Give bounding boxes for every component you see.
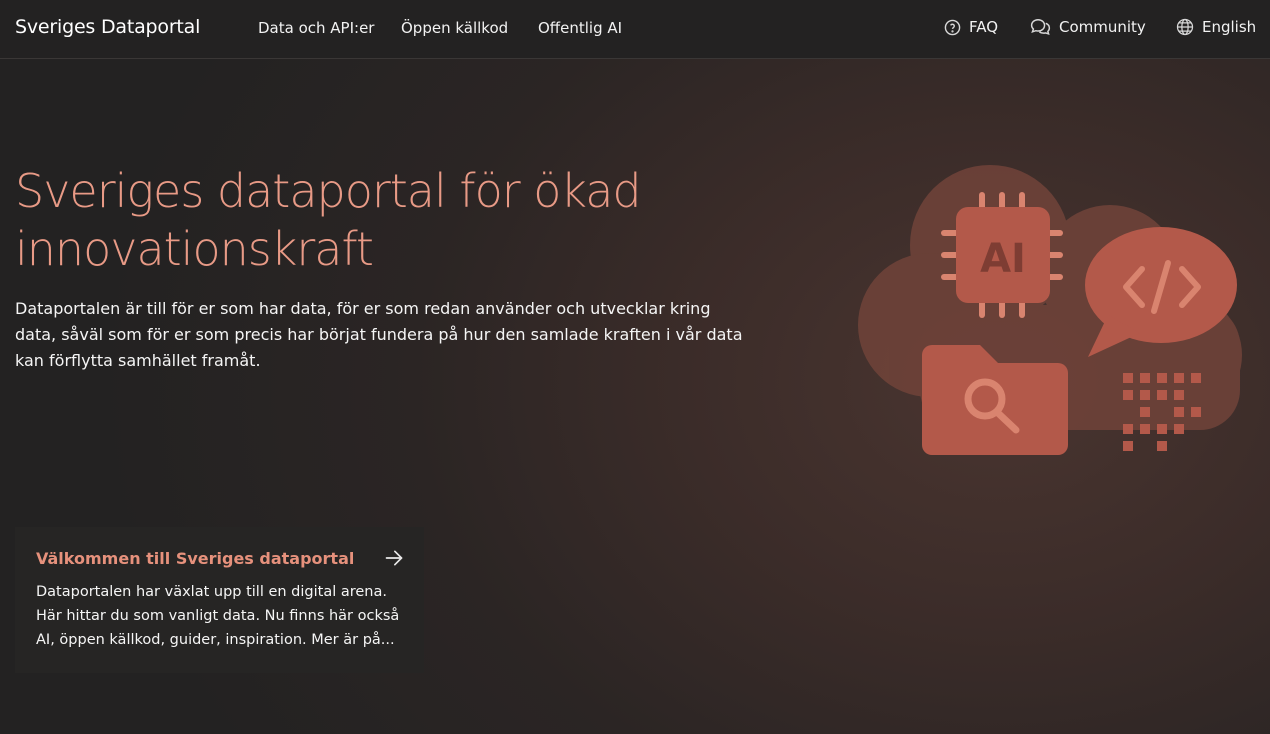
nav-offentlig-ai[interactable]: Offentlig AI bbox=[538, 19, 622, 37]
welcome-card-text: Dataportalen har växlat upp till en digi… bbox=[36, 584, 400, 648]
question-circle-icon bbox=[944, 19, 961, 35]
globe-icon bbox=[1176, 18, 1194, 36]
welcome-card[interactable]: Välkommen till Sveriges dataportal Datap… bbox=[15, 527, 424, 673]
page-title: Sveriges dataportal för ökad innovations… bbox=[15, 162, 715, 278]
top-navigation: Sveriges Dataportal Data och API:er Öppe… bbox=[0, 0, 1270, 59]
welcome-card-title: Välkommen till Sveriges dataportal bbox=[36, 549, 355, 568]
hero-illustration: AI bbox=[858, 165, 1242, 455]
brand-logo-link[interactable]: Sveriges Dataportal bbox=[15, 16, 200, 38]
faq-label: FAQ bbox=[969, 18, 999, 36]
language-label: English bbox=[1202, 18, 1257, 36]
page-title-line-1: Sveriges dataportal för ökad bbox=[15, 164, 642, 218]
arrow-right-icon bbox=[385, 550, 403, 566]
nav-oppen-kallkod[interactable]: Öppen källkod bbox=[401, 19, 508, 37]
faq-link[interactable]: FAQ bbox=[944, 18, 998, 36]
community-label: Community bbox=[1059, 18, 1146, 36]
ai-chip-label: AI bbox=[980, 236, 1026, 282]
hero-description: Dataportalen är till för er som har data… bbox=[15, 299, 743, 370]
page-title-line-2: innovationskraft bbox=[15, 222, 374, 276]
community-link[interactable]: Community bbox=[1030, 18, 1146, 36]
ai-chip-icon: AI bbox=[941, 192, 1063, 318]
nav-data-och-apier[interactable]: Data och API:er bbox=[258, 19, 374, 37]
chat-bubbles-icon bbox=[1030, 19, 1051, 35]
language-switch[interactable]: English bbox=[1176, 18, 1256, 36]
